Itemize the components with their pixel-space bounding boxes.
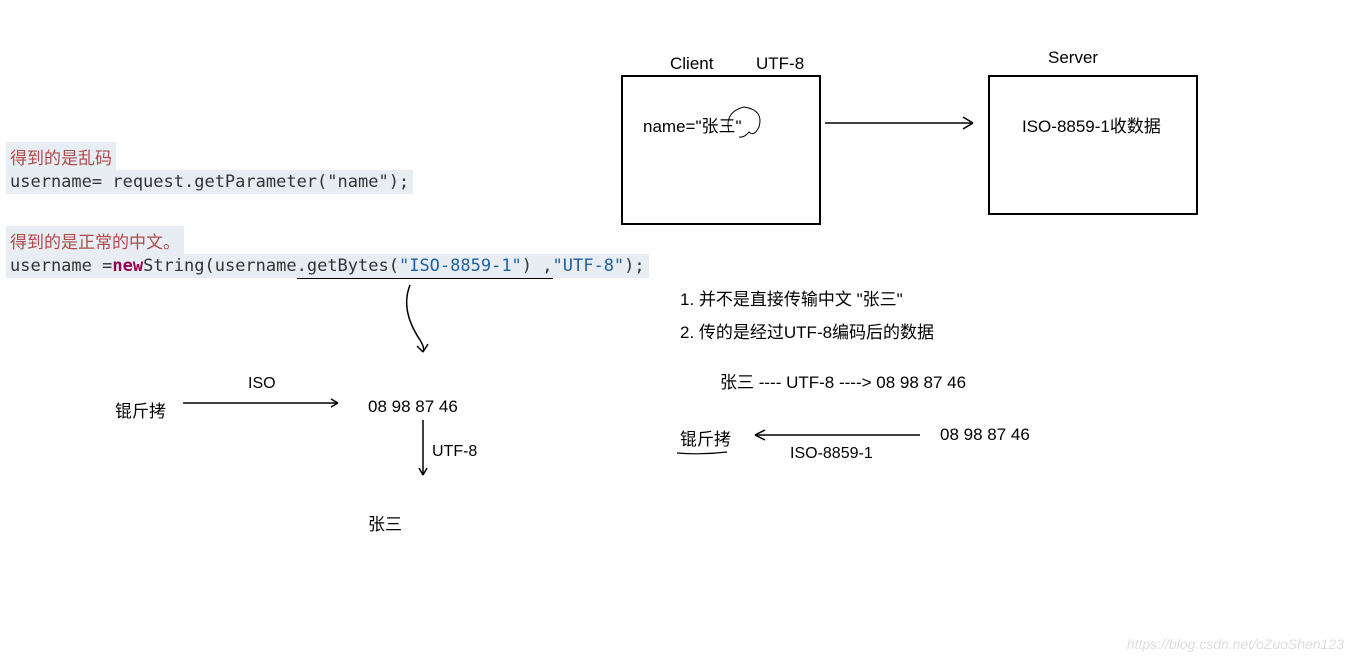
comment-garbled: 得到的是乱码: [6, 142, 116, 171]
bytes-right: 08 98 87 46: [876, 373, 966, 392]
comment-normal: 得到的是正常的中文。: [6, 226, 184, 255]
iso-label-left: ISO: [248, 375, 276, 393]
arrow-curve-down: [390, 280, 450, 360]
watermark: https://blog.csdn.net/oZuoShen123: [1127, 636, 1344, 652]
code-after-kw: String(username: [143, 254, 297, 278]
circle-annotation: [719, 102, 769, 142]
name-right-text: 张三: [720, 373, 754, 392]
code-close2: );: [624, 254, 648, 278]
iso-label-right: ISO-8859-1: [790, 445, 873, 463]
note-1: 1. 并不是直接传输中文 "张三": [680, 285, 903, 310]
arrow-utf8-text: ---- UTF-8 ---->: [754, 373, 876, 392]
name-right: 张三 ---- UTF-8 ----> 08 98 87 46: [720, 368, 966, 393]
code-method: .getBytes(: [297, 254, 399, 279]
bytes-left: 08 98 87 46: [368, 397, 458, 417]
code-keyword-new: new: [112, 254, 143, 278]
code-str2: "UTF-8": [553, 254, 625, 278]
name-left: 张三: [368, 510, 402, 535]
server-label: Server: [1048, 48, 1098, 68]
server-box: ISO-8859-1收数据: [988, 75, 1198, 215]
code-line1: username= request.getParameter("name");: [6, 170, 413, 194]
code-var: username =: [6, 254, 112, 278]
code-close1: ) ,: [522, 254, 553, 279]
bytes-right2: 08 98 87 46: [940, 425, 1030, 445]
utf8-label-left: UTF-8: [432, 443, 477, 461]
arrow-iso-left: [183, 395, 343, 415]
client-label: Client: [670, 54, 713, 74]
client-box: name="张三": [621, 75, 821, 225]
code-str1: "ISO-8859-1": [399, 254, 522, 279]
arrow-client-server: [825, 115, 980, 135]
note-2: 2. 传的是经过UTF-8编码后的数据: [680, 318, 934, 343]
underline-garbled: [672, 450, 732, 458]
garbled-right: 锟斤拷: [680, 425, 731, 450]
client-enc: UTF-8: [756, 54, 804, 74]
arrow-iso-right: [745, 425, 925, 445]
server-content: ISO-8859-1收数据: [1022, 112, 1161, 137]
garbled-text-left: 锟斤拷: [115, 397, 166, 422]
